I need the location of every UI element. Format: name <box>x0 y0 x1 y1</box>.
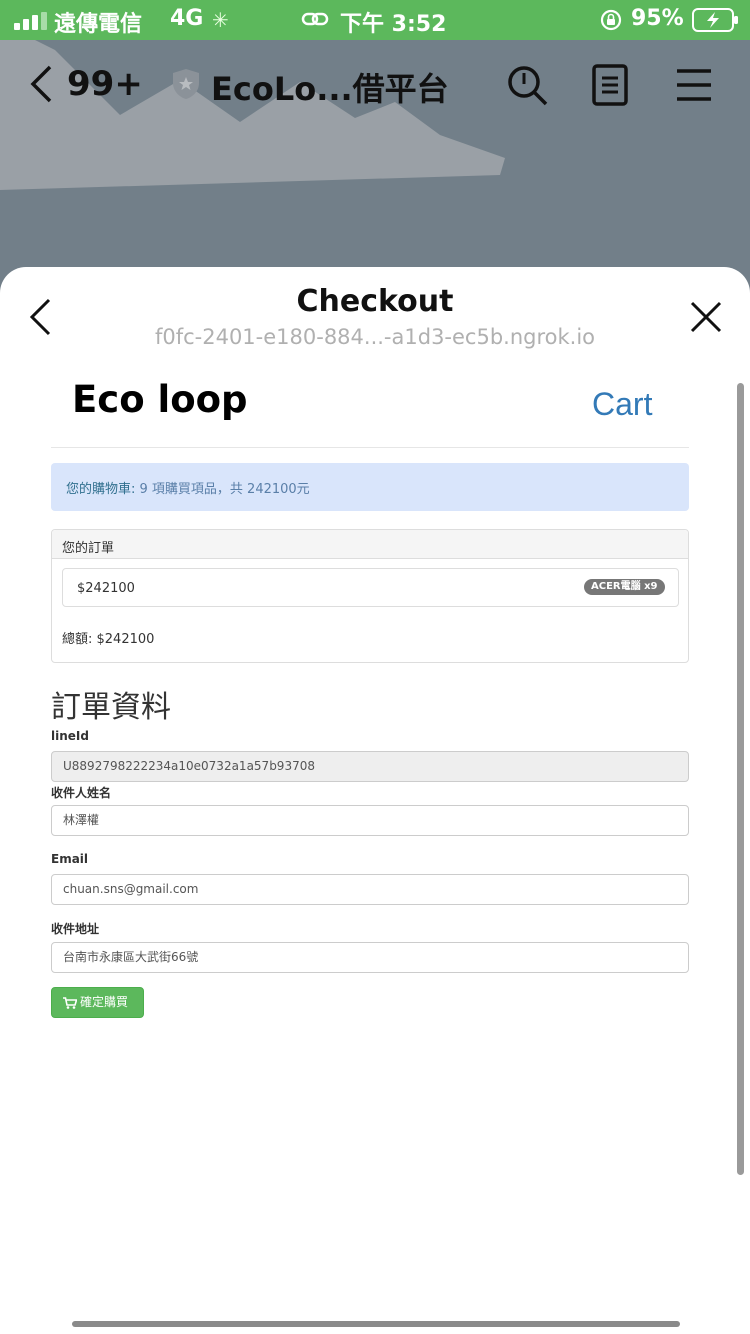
address-field[interactable]: 台南市永康區大武街66號 <box>51 942 689 973</box>
signal-icon <box>14 12 47 30</box>
hamburger-menu-icon[interactable] <box>676 68 712 102</box>
address-label: 收件地址 <box>51 922 100 936</box>
shield-star-icon <box>173 69 199 99</box>
cart-summary-prefix: 您的購物車: <box>66 482 140 497</box>
cart-summary-text: 您的購物車: 9 項購買項品，共 242100元 <box>66 478 310 497</box>
lineid-field: U8892798222234a10e0732a1a57b93708 <box>51 751 689 782</box>
name-field[interactable]: 林澤權 <box>51 805 689 836</box>
battery-percent: 95% <box>631 6 684 31</box>
rotation-lock-icon <box>600 9 622 31</box>
lineid-label: lineId <box>51 729 89 743</box>
notes-icon[interactable] <box>592 64 628 106</box>
loading-spinner-icon: ✳ <box>212 8 229 32</box>
name-label: 收件人姓名 <box>51 786 112 800</box>
home-indicator[interactable] <box>72 1321 680 1327</box>
sheet-url: f0fc-2401-e180-884...-a1d3-ec5b.ngrok.io <box>154 325 596 349</box>
order-panel-heading: 您的訂單 <box>52 530 688 559</box>
unread-count: 99+ <box>67 64 143 104</box>
chat-back-icon[interactable] <box>28 64 54 104</box>
status-bar: 遠傳電信 4G ✳ 下午 3:52 95% <box>0 0 750 40</box>
confirm-purchase-button[interactable]: 確定購買 <box>51 987 144 1018</box>
close-icon[interactable] <box>690 301 722 333</box>
order-panel-title: 您的訂單 <box>62 541 115 556</box>
network-type: 4G <box>170 6 204 31</box>
link-icon <box>301 12 329 26</box>
eco-loop-logo[interactable]: Eco loop <box>72 378 248 421</box>
shopping-cart-icon <box>63 997 77 1009</box>
item-price: $242100 <box>77 581 135 596</box>
email-label: Email <box>51 852 89 866</box>
list-item: $242100 ACER電腦 x9 <box>62 568 679 607</box>
search-icon[interactable] <box>506 64 548 106</box>
cart-summary-detail: 9 項購買項品，共 242100元 <box>139 482 310 497</box>
cart-link[interactable]: Cart <box>592 386 652 423</box>
scrollbar[interactable] <box>737 383 744 1175</box>
cart-summary-alert: 您的購物車: 9 項購買項品，共 242100元 <box>51 463 689 511</box>
clock: 下午 3:52 <box>340 12 447 37</box>
confirm-purchase-label: 確定購買 <box>80 995 129 1009</box>
form-heading: 訂單資料 <box>51 690 171 725</box>
sheet-title: Checkout <box>296 284 454 319</box>
checkout-sheet <box>0 267 750 1334</box>
battery-charging-icon <box>692 8 738 32</box>
divider <box>51 447 689 448</box>
email-field[interactable]: chuan.sns@gmail.com <box>51 874 689 905</box>
chat-title: EcoLo...借平台 <box>211 70 449 108</box>
order-panel: 您的訂單 $242100 ACER電腦 x9 總額: $242100 <box>51 529 689 663</box>
order-total: 總額: $242100 <box>62 632 155 647</box>
item-badge: ACER電腦 x9 <box>584 579 665 595</box>
carrier-name: 遠傳電信 <box>54 12 143 37</box>
